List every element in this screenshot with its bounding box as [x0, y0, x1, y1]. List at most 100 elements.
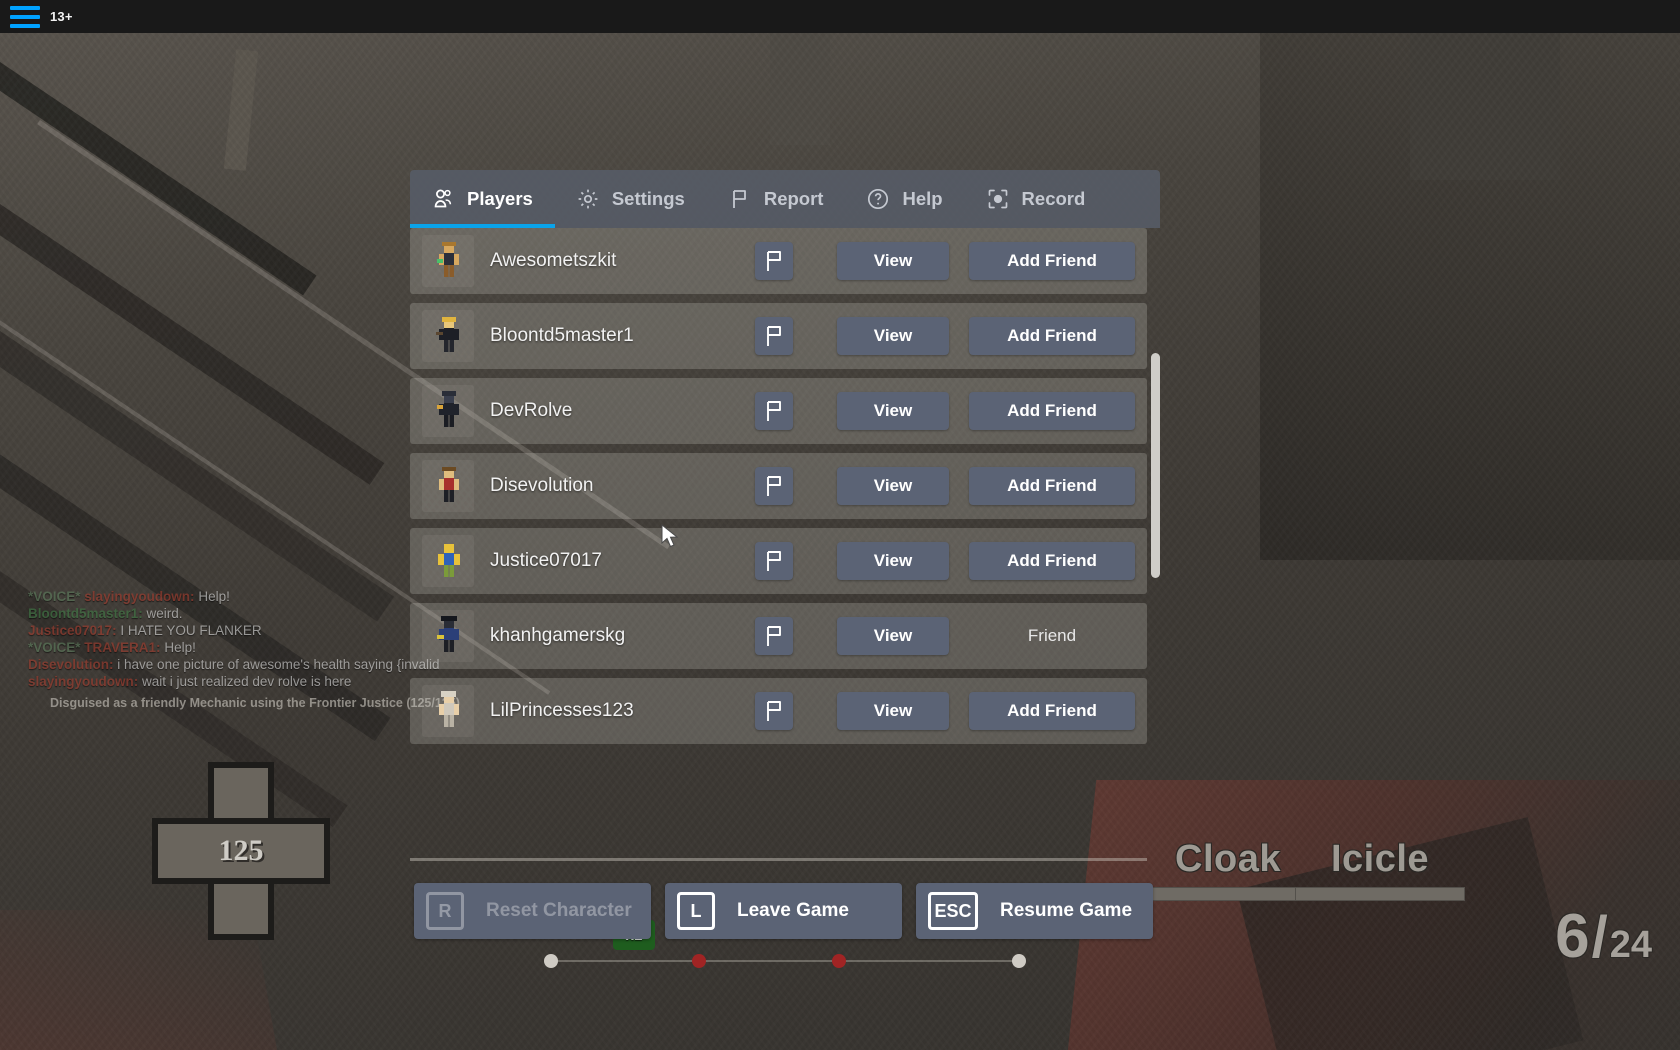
- add-friend-button[interactable]: Add Friend: [969, 317, 1135, 355]
- avatar-figure: [436, 317, 459, 352]
- view-button[interactable]: View: [837, 542, 949, 580]
- age-rating-label: 13+: [50, 9, 73, 24]
- avatar: [422, 685, 474, 737]
- view-button[interactable]: View: [837, 692, 949, 730]
- slot-dot[interactable]: [544, 954, 558, 968]
- chat-voice-tag: *VOICE*: [28, 640, 81, 655]
- game-menu-panel: Players Settings Report Help Record Awes…: [410, 170, 1160, 939]
- tab-players[interactable]: Players: [410, 170, 555, 228]
- chat-message: weird.: [146, 606, 183, 621]
- chat-voice-tag: *VOICE*: [28, 589, 81, 604]
- hamburger-icon[interactable]: [10, 5, 40, 28]
- ammo-counter: 6 / 24: [1555, 901, 1652, 972]
- reset-character-button[interactable]: R Reset Character: [414, 883, 651, 939]
- button-label: Resume Game: [1000, 900, 1133, 921]
- tab-label: Settings: [611, 188, 685, 209]
- tab-settings[interactable]: Settings: [555, 170, 707, 228]
- flag-icon: [727, 186, 753, 212]
- table-row: Bloontd5master1 View Add Friend: [410, 303, 1147, 369]
- chat-message: i have one picture of awesome's health s…: [117, 657, 440, 672]
- ammo-clip: 6: [1555, 902, 1590, 971]
- chat-message: Help!: [198, 589, 230, 604]
- ammo-separator: /: [1591, 905, 1608, 970]
- player-name: Bloontd5master1: [490, 325, 634, 346]
- report-flag-icon[interactable]: [755, 692, 793, 730]
- report-flag-icon[interactable]: [755, 242, 793, 280]
- chat-author: slayingyoudown:: [28, 674, 139, 689]
- people-icon: [430, 186, 456, 212]
- player-name: DevRolve: [490, 400, 573, 421]
- tab-label: Help: [902, 188, 943, 209]
- view-button[interactable]: View: [837, 467, 949, 505]
- table-row: DevRolve View Add Friend: [410, 378, 1147, 444]
- question-icon: [865, 186, 891, 212]
- avatar: [422, 310, 474, 362]
- report-flag-icon[interactable]: [755, 317, 793, 355]
- hud-item-label: Icicle: [1330, 838, 1430, 880]
- resume-game-button[interactable]: ESC Resume Game: [916, 883, 1153, 939]
- view-button[interactable]: View: [837, 392, 949, 430]
- view-button[interactable]: View: [837, 317, 949, 355]
- player-list-scrollbar[interactable]: [1151, 353, 1160, 578]
- panel-divider: [410, 858, 1147, 861]
- chat-author: Bloontd5master1:: [28, 606, 143, 621]
- record-icon: [985, 186, 1011, 212]
- player-name: Awesometszkit: [490, 250, 617, 271]
- key-hint: ESC: [928, 892, 978, 930]
- player-name: Justice07017: [490, 550, 602, 571]
- tab-label: Report: [763, 188, 824, 209]
- weapon-slot-bar: [540, 954, 1030, 968]
- slot-dot[interactable]: [692, 954, 706, 968]
- key-hint: L: [677, 892, 715, 930]
- avatar-figure: [439, 691, 459, 727]
- hud-item-icicle: Icicle: [1280, 838, 1480, 901]
- slot-dot[interactable]: [832, 954, 846, 968]
- chat-author: Justice07017:: [28, 623, 117, 638]
- tab-record[interactable]: Record: [965, 170, 1108, 228]
- gear-icon: [575, 186, 601, 212]
- add-friend-button[interactable]: Add Friend: [969, 692, 1135, 730]
- avatar-figure: [437, 616, 459, 652]
- player-name: LilPrincesses123: [490, 700, 634, 721]
- table-row: Justice07017 View Add Friend: [410, 528, 1147, 594]
- table-row: Disevolution View Add Friend: [410, 453, 1147, 519]
- add-friend-button[interactable]: Add Friend: [969, 467, 1135, 505]
- button-label: Reset Character: [486, 900, 632, 921]
- player-name: Disevolution: [490, 475, 594, 496]
- chat-author: Disevolution:: [28, 657, 114, 672]
- chat-message: I HATE YOU FLANKER: [120, 623, 262, 638]
- tab-report[interactable]: Report: [707, 170, 846, 228]
- leave-game-button[interactable]: L Leave Game: [665, 883, 902, 939]
- player-name: khanhgamerskg: [490, 625, 626, 646]
- view-button[interactable]: View: [837, 242, 949, 280]
- slot-dot[interactable]: [1012, 954, 1026, 968]
- view-button[interactable]: View: [837, 617, 949, 655]
- table-row: LilPrincesses123 View Add Friend: [410, 678, 1147, 744]
- report-flag-icon[interactable]: [755, 542, 793, 580]
- friend-status-label: Friend: [1027, 626, 1077, 645]
- avatar: [422, 610, 474, 662]
- add-friend-button[interactable]: Add Friend: [969, 542, 1135, 580]
- avatar: [422, 460, 474, 512]
- report-flag-icon[interactable]: [755, 392, 793, 430]
- chat-message: Help!: [164, 640, 196, 655]
- menu-panel-body: Awesometszkit View Add Friend Bloontd5ma…: [410, 228, 1160, 939]
- tab-label: Players: [467, 188, 533, 209]
- menu-tab-bar: Players Settings Report Help Record: [410, 170, 1160, 228]
- avatar: [422, 235, 474, 287]
- chat-message: wait i just realized dev rolve is here: [142, 674, 352, 689]
- report-flag-icon[interactable]: [755, 467, 793, 505]
- avatar: [422, 535, 474, 587]
- report-flag-icon[interactable]: [755, 617, 793, 655]
- avatar-figure: [437, 391, 459, 427]
- add-friend-button[interactable]: Add Friend: [969, 392, 1135, 430]
- chat-author: slayingyoudown:: [84, 589, 195, 604]
- health-value: 125: [218, 834, 264, 867]
- button-label: Leave Game: [737, 900, 849, 921]
- avatar-figure: [437, 242, 459, 277]
- tab-help[interactable]: Help: [845, 170, 964, 228]
- player-list[interactable]: Awesometszkit View Add Friend Bloontd5ma…: [410, 228, 1160, 753]
- key-hint: R: [426, 892, 464, 930]
- add-friend-button[interactable]: Add Friend: [969, 242, 1135, 280]
- chat-author: TRAVERA1:: [84, 640, 161, 655]
